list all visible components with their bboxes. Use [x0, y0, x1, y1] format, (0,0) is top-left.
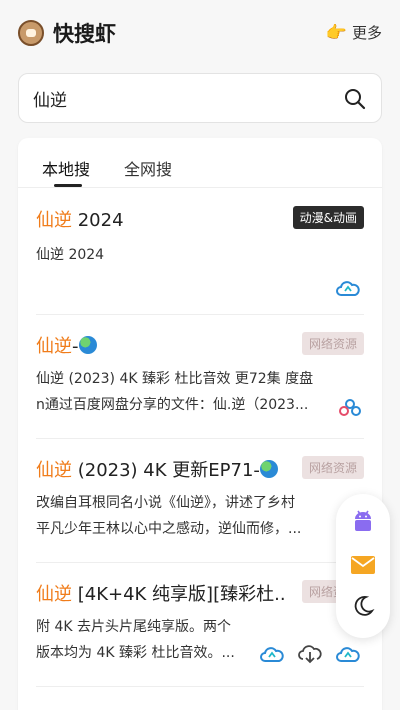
tab-web-search[interactable]: 全网搜 [124, 156, 172, 180]
pointing-hand-icon: 👉 [325, 22, 347, 43]
result-item[interactable]: 仙逆 [4K+4K 纯享版][臻彩杜... 网络资源 附 4K 去片头片尾纯享版… [36, 580, 364, 690]
tab-local-search[interactable]: 本地搜 [42, 156, 90, 180]
divider [36, 686, 364, 687]
tab-bar: 本地搜 全网搜 [18, 138, 382, 188]
result-title[interactable]: 仙逆 2024 [36, 206, 286, 232]
result-item[interactable]: 仙逆 (2023) 4K 更新EP71- 网络资源 改编自耳根同名小说《仙逆》，… [36, 456, 364, 566]
divider [36, 438, 364, 439]
more-label: 更多 [351, 24, 382, 42]
search-icon[interactable] [343, 87, 367, 111]
result-description-line1: 改编自耳根同名小说《仙逆》，讲述了乡村 [36, 495, 295, 511]
floating-toolbar [336, 494, 390, 638]
result-title[interactable]: 仙逆- [36, 332, 286, 358]
title-rest: 2024 [72, 210, 124, 231]
cloud-icon[interactable] [336, 644, 360, 664]
category-badge: 网络资源 [301, 332, 364, 355]
result-description-line1: 附 4K 去片头片尾纯享版。两个 [36, 619, 231, 635]
result-item[interactable] [36, 704, 364, 710]
moon-icon[interactable] [351, 594, 375, 618]
multi-cloud-icon[interactable] [338, 398, 362, 418]
cloud-icon[interactable] [336, 278, 360, 298]
result-title[interactable]: 仙逆 [4K+4K 纯享版][臻彩杜... [36, 580, 286, 606]
title-rest: [4K+4K 纯享版][臻彩杜... [72, 584, 286, 605]
active-tab-indicator [54, 184, 82, 187]
title-highlight: 仙逆 [36, 460, 72, 481]
title-rest: (2023) 4K 更新EP71- [72, 460, 260, 481]
results-panel: 本地搜 全网搜 仙逆 2024 动漫&动画 仙逆 2024 仙逆- 网络资源 仙… [18, 138, 382, 710]
globe-emoji-icon [259, 460, 278, 478]
cloud-icon[interactable] [260, 644, 284, 664]
header: 快搜虾 👉 更多 [0, 0, 400, 64]
title-rest: - [72, 336, 79, 357]
result-item[interactable]: 仙逆 2024 动漫&动画 仙逆 2024 [36, 206, 364, 316]
divider [36, 314, 364, 315]
title-highlight: 仙逆 [36, 336, 72, 357]
category-badge: 网络资源 [301, 456, 364, 479]
title-highlight: 仙逆 [36, 584, 72, 605]
download-icon[interactable] [298, 644, 322, 664]
mail-icon[interactable] [349, 551, 377, 579]
divider [36, 562, 364, 563]
title-highlight: 仙逆 [36, 210, 72, 231]
result-description: 仙逆 2024 [36, 247, 105, 263]
category-badge: 动漫&动画 [292, 206, 364, 229]
result-description-line1: 仙逆 (2023) 4K 臻彩 杜比音效 更72集 度盘 [36, 371, 314, 387]
result-title[interactable] [36, 704, 286, 710]
more-button[interactable]: 👉 更多 [326, 22, 382, 43]
result-title[interactable]: 仙逆 (2023) 4K 更新EP71- [36, 456, 286, 482]
result-description-line2: 版本均为 4K 臻彩 杜比音效。... [36, 645, 235, 661]
result-description-line2: 平凡少年王林以心中之感动，逆仙而修，... [36, 521, 302, 537]
globe-emoji-icon [78, 336, 97, 354]
search-bar [18, 73, 382, 123]
search-input[interactable] [33, 86, 323, 110]
result-description-line2: n通过百度网盘分享的文件：仙.逆（2023... [36, 397, 309, 413]
android-icon[interactable] [349, 507, 377, 535]
logo-icon [18, 20, 44, 46]
result-item[interactable]: 仙逆- 网络资源 仙逆 (2023) 4K 臻彩 杜比音效 更72集 度盘 n通… [36, 332, 364, 442]
app-title: 快搜虾 [53, 22, 116, 46]
